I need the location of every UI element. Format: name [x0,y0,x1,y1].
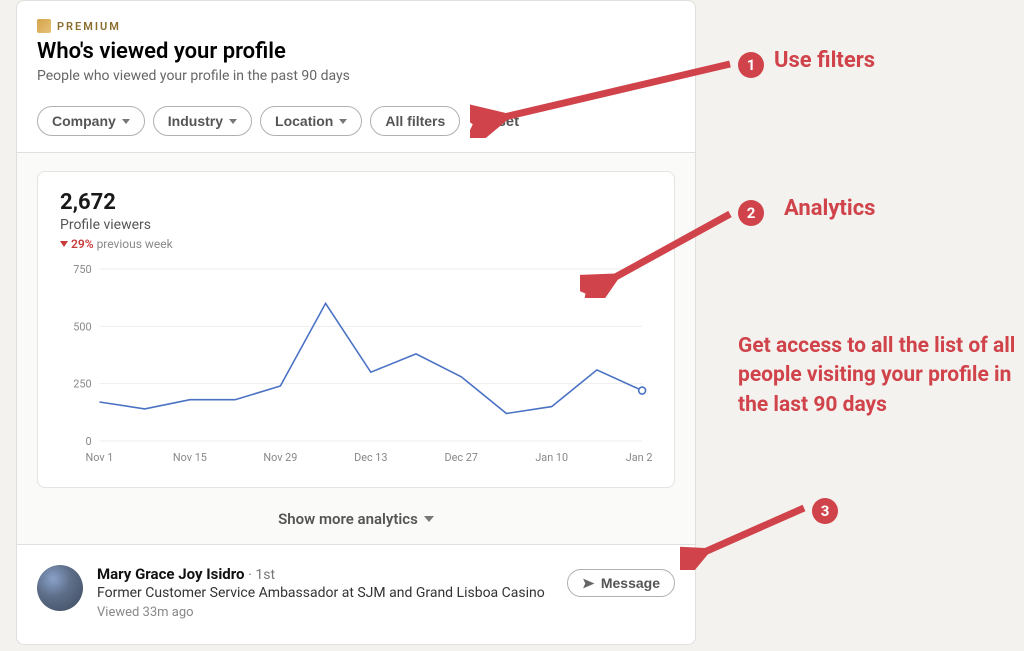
delta-percent: 29% [71,237,94,251]
reset-button[interactable]: Reset [468,107,529,136]
metric-delta: 29% previous week [60,237,652,251]
filter-company[interactable]: Company [37,106,145,136]
profile-views-panel: PREMIUM Who's viewed your profile People… [16,0,696,645]
filter-industry-label: Industry [168,113,223,129]
svg-text:Nov 1: Nov 1 [86,451,114,464]
chevron-down-icon [339,119,347,124]
filter-location-label: Location [275,113,333,129]
avatar [37,565,83,611]
chevron-down-icon [229,119,237,124]
message-button[interactable]: Message [567,569,675,597]
svg-text:500: 500 [73,320,91,333]
page-subtitle: People who viewed your profile in the pa… [17,68,695,84]
profile-views-chart: 0 250 500 750 Nov 1 Nov 15 Nov 29 Dec 13 Dec 27 J… [60,259,652,469]
filter-bar: Company Industry Location All filters Re… [17,106,695,153]
viewer-name: Mary Grace Joy Isidro [97,565,244,583]
filter-location[interactable]: Location [260,106,362,136]
trend-down-icon [60,241,68,247]
annotation-text-1: Use filters [774,48,875,73]
filter-industry[interactable]: Industry [153,106,252,136]
premium-label: PREMIUM [57,20,121,33]
annotation-bullet-2: 2 [738,200,764,226]
send-icon [582,577,595,590]
metric-value: 2,672 [60,190,652,215]
chevron-down-icon [122,119,130,124]
metric-label: Profile viewers [60,217,652,233]
svg-text:Nov 29: Nov 29 [263,451,297,464]
viewer-time: Viewed 33m ago [97,605,675,620]
chevron-down-icon [424,516,434,522]
svg-text:250: 250 [73,378,91,391]
viewer-list-item[interactable]: Mary Grace Joy Isidro · 1st Former Custo… [17,544,695,644]
svg-text:750: 750 [73,263,91,276]
show-more-analytics[interactable]: Show more analytics [17,496,695,544]
svg-text:Dec 27: Dec 27 [445,451,478,464]
delta-text: previous week [97,237,173,251]
annotation-bullet-1: 1 [738,52,764,78]
svg-text:0: 0 [85,435,91,448]
filter-all[interactable]: All filters [370,106,460,136]
show-more-label: Show more analytics [278,510,418,528]
svg-text:Jan 10: Jan 10 [535,451,568,464]
premium-badge: PREMIUM [17,19,695,33]
message-label: Message [601,575,660,591]
analytics-card: 2,672 Profile viewers 29% previous week … [37,171,675,488]
page-title: Who's viewed your profile [17,39,695,64]
annotation-text-3: Get access to all the list of all people… [738,332,1018,420]
premium-icon [37,19,51,33]
filter-company-label: Company [52,113,116,129]
svg-text:Dec 13: Dec 13 [354,451,387,464]
svg-text:Nov 15: Nov 15 [173,451,207,464]
filter-all-label: All filters [385,113,445,129]
viewer-degree: · 1st [248,567,275,583]
annotation-bullet-3: 3 [812,498,838,524]
analytics-section: 2,672 Profile viewers 29% previous week … [17,153,695,496]
annotation-text-2: Analytics [784,196,875,221]
annotation-arrow-3 [680,500,830,570]
svg-text:Jan 24: Jan 24 [626,451,652,464]
